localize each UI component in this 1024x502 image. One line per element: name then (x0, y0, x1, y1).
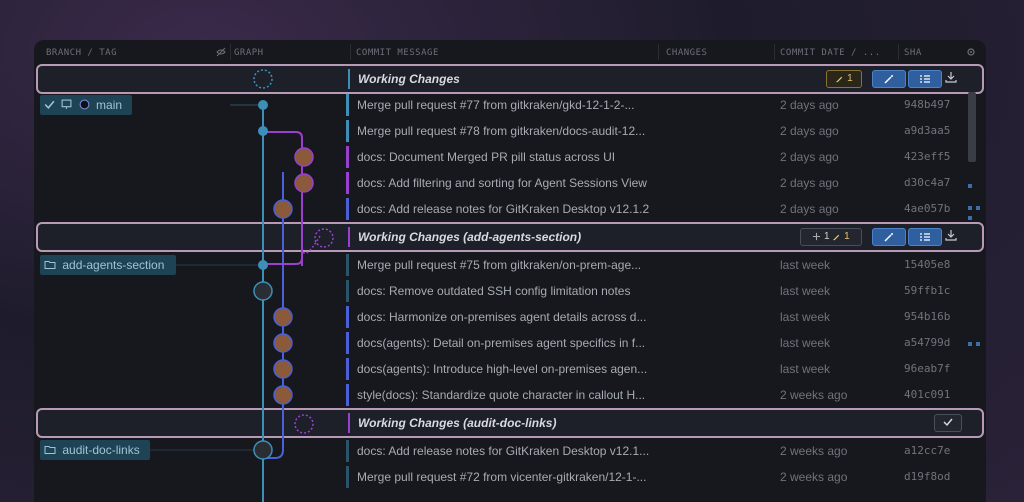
col-commit-message[interactable]: COMMIT MESSAGE (356, 48, 439, 58)
pencil-icon (833, 234, 840, 241)
checkmark-icon (943, 418, 953, 427)
commit-sha: a9d3aa5 (904, 124, 951, 137)
repo-icon (79, 99, 90, 110)
commit-message: docs: Add release notes for GitKraken De… (357, 444, 650, 458)
commit-sha: d30c4a7 (904, 176, 951, 189)
pencil-icon (836, 76, 843, 83)
settings-gear-icon[interactable] (966, 47, 976, 57)
commit-message: Merge pull request #77 from gitkraken/gk… (357, 98, 635, 112)
commit-sha: 59ffb1c (904, 284, 951, 297)
commit-date: last week (780, 284, 831, 298)
col-changes[interactable]: CHANGES (666, 48, 707, 58)
commit-date: 2 days ago (780, 202, 839, 216)
commit-message: Merge pull request #78 from gitkraken/do… (357, 124, 646, 138)
commit-message: docs: Remove outdated SSH config limitat… (357, 284, 631, 298)
commit-sha: 954b16b (904, 310, 951, 323)
commit-message: style(docs): Standardize quote character… (357, 388, 646, 402)
commit-date: 2 weeks ago (780, 470, 848, 484)
scrollbar-thumb[interactable] (968, 92, 976, 162)
stage-list-button[interactable] (908, 228, 942, 246)
commit-message: docs: Add release notes for GitKraken De… (357, 202, 650, 216)
ai-wand-icon (884, 233, 893, 242)
branch-pill-main[interactable]: main (40, 95, 132, 115)
commit-message: docs: Document Merged PR pill status acr… (357, 150, 616, 164)
commit-sha: 423eff5 (904, 150, 951, 163)
commit-date: last week (780, 310, 831, 324)
commit-message: Merge pull request #72 from vicenter-git… (357, 470, 647, 484)
commit-message: Merge pull request #75 from gitkraken/on… (357, 258, 642, 272)
working-changes-title: Working Changes (add-agents-section) (358, 230, 582, 244)
branch-pill-add-agents[interactable]: add-agents-section (40, 255, 176, 275)
commit-message: docs(agents): Detail on-premises agent s… (357, 336, 646, 350)
working-changes-title: Working Changes (358, 72, 460, 86)
branch-folder-icon (44, 446, 56, 454)
plus-icon (813, 232, 821, 241)
commit-date: last week (780, 336, 831, 350)
ai-compose-button[interactable] (872, 70, 906, 88)
branch-folder-icon (44, 261, 56, 269)
commit-sha: d19f8od (904, 470, 951, 483)
branch-pill-audit[interactable]: audit-doc-links (40, 440, 150, 460)
commit-date: 2 days ago (780, 124, 839, 138)
commit-message: docs: Add filtering and sorting for Agen… (357, 176, 647, 190)
commit-graph-panel: BRANCH / TAG GRAPH COMMIT MESSAGE CHANGE… (34, 40, 986, 502)
commit-sha: a54799d (904, 336, 951, 349)
commit-sha: 948b497 (904, 98, 951, 111)
ai-wand-icon (884, 75, 893, 84)
checklist-icon (920, 233, 930, 241)
commit-checkmark-button[interactable] (934, 414, 962, 432)
commit-date: last week (780, 362, 831, 376)
commit-message: docs(agents): Introduce high-level on-pr… (357, 362, 648, 376)
stage-list-button[interactable] (908, 70, 942, 88)
commit-sha: 96eab7f (904, 362, 951, 375)
commit-message: docs: Harmonize on-premises agent detail… (357, 310, 647, 324)
commit-date: 2 weeks ago (780, 444, 848, 458)
checkmark-icon (44, 100, 55, 109)
commit-date: 2 days ago (780, 98, 839, 112)
commit-sha: 401c091 (904, 388, 951, 401)
commit-date: last week (780, 258, 831, 272)
col-commit-date[interactable]: COMMIT DATE / ... (780, 48, 881, 58)
download-button[interactable] (944, 70, 962, 88)
checklist-icon (920, 75, 930, 83)
commit-date: 2 days ago (780, 176, 839, 190)
download-icon (945, 72, 957, 83)
ai-compose-button[interactable] (872, 228, 906, 246)
commit-sha: a12cc7e (904, 444, 951, 457)
download-icon (945, 230, 957, 241)
change-count-badge: 1 1 (800, 228, 862, 246)
edit-count-badge: 1 (826, 70, 862, 88)
working-changes-title: Working Changes (audit-doc-links) (358, 416, 557, 430)
commit-sha: 15405e8 (904, 258, 951, 271)
monitor-icon (61, 99, 72, 109)
commit-date: 2 days ago (780, 150, 839, 164)
commit-sha: 4ae057b (904, 202, 951, 215)
commit-date: 2 weeks ago (780, 388, 848, 402)
col-sha[interactable]: SHA (904, 48, 922, 58)
download-button[interactable] (944, 228, 962, 246)
